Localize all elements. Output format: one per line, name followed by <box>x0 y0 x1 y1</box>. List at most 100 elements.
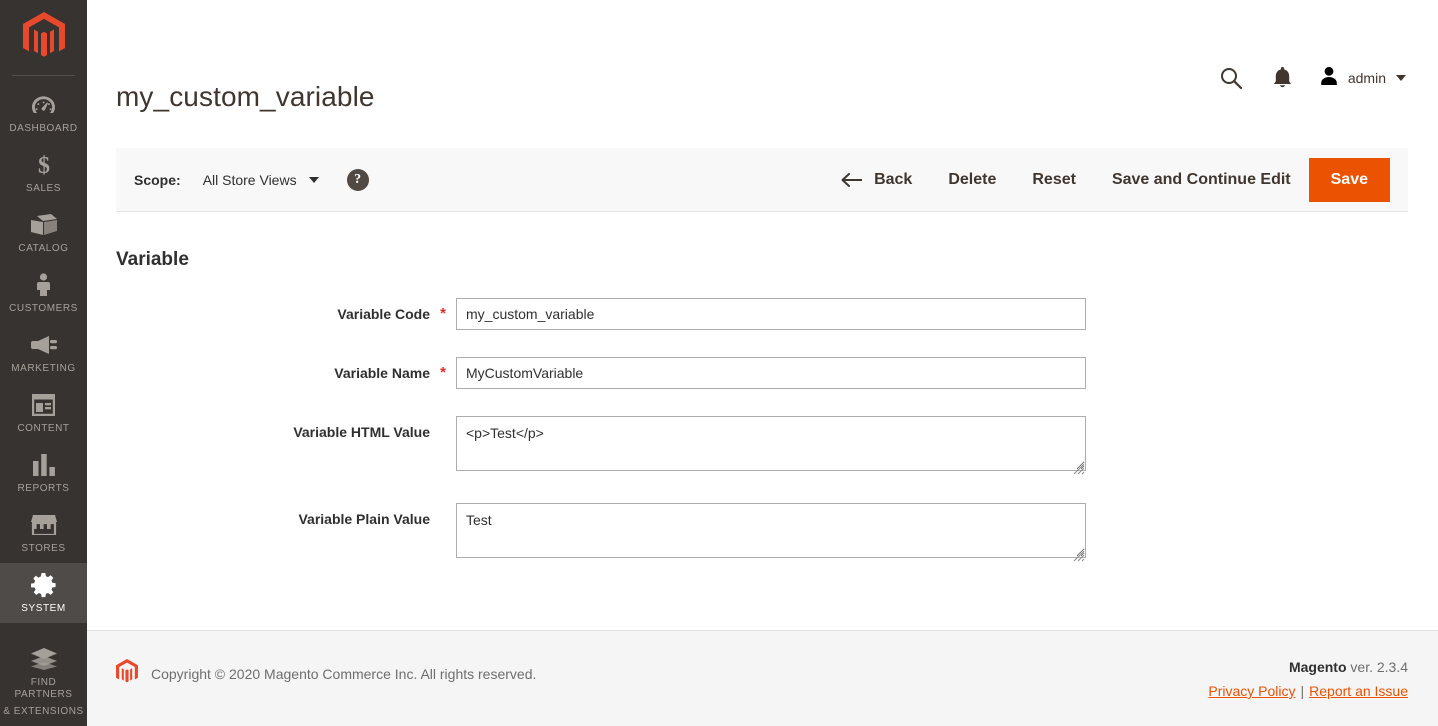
copyright-text: Copyright © 2020 Magento Commerce Inc. A… <box>151 665 537 682</box>
help-icon[interactable]: ? <box>346 168 369 191</box>
sidebar-divider <box>12 75 75 76</box>
link-separator: | <box>1300 683 1305 699</box>
field-control: Test <box>456 503 1086 563</box>
report-an-issue-link[interactable]: Report an Issue <box>1309 683 1408 699</box>
sidebar-logo[interactable] <box>0 0 87 75</box>
chevron-down-icon <box>1396 75 1406 81</box>
sidebar-item-system[interactable]: SYSTEM <box>0 563 87 623</box>
search-icon[interactable] <box>1205 58 1257 98</box>
content-icon <box>32 392 55 418</box>
field-row-variable-html-value: Variable HTML Value * <p>Test</p> <box>116 416 1408 476</box>
reset-button[interactable]: Reset <box>1014 148 1094 212</box>
user-avatar-icon <box>1319 66 1339 91</box>
extensions-icon <box>30 646 57 672</box>
chevron-down-icon <box>308 176 319 183</box>
version-text: ver. 2.3.4 <box>1346 659 1408 675</box>
gear-icon <box>31 572 56 598</box>
footer-meta: Magento ver. 2.3.4 Privacy Policy | Report… <box>1208 659 1408 699</box>
sidebar-item-label: STORES <box>21 543 66 554</box>
magento-logo-small-icon <box>116 659 138 688</box>
field-row-variable-name: Variable Name * <box>116 357 1408 389</box>
sidebar-item-catalog[interactable]: CATALOG <box>0 203 87 263</box>
field-control <box>456 298 1086 330</box>
save-button-label: Save <box>1330 170 1368 188</box>
bell-icon[interactable] <box>1257 58 1309 98</box>
customers-icon <box>36 272 51 298</box>
required-marker-placeholder: * <box>430 503 456 527</box>
textarea-wrapper: <p>Test</p> <box>456 416 1086 476</box>
field-row-variable-plain-value: Variable Plain Value * Test <box>116 503 1408 563</box>
field-label: Variable Code <box>337 306 430 322</box>
sidebar-item-label: REPORTS <box>17 483 70 494</box>
svg-text:$: $ <box>38 153 50 177</box>
footer-links: Privacy Policy | Report an Issue <box>1208 683 1408 699</box>
dashboard-icon <box>32 92 55 118</box>
sidebar-item-sales[interactable]: $ SALES <box>0 143 87 203</box>
magento-logo-icon <box>22 12 65 63</box>
field-label: Variable HTML Value <box>293 424 430 440</box>
brand-name: Magento <box>1288 659 1347 675</box>
arrow-left-icon <box>841 172 863 187</box>
sales-icon: $ <box>36 152 52 178</box>
main-area: my_custom_variable admin Scope: All Stor… <box>87 0 1438 726</box>
marketing-icon <box>30 332 57 358</box>
sidebar-item-label: SYSTEM <box>21 603 66 614</box>
delete-button[interactable]: Delete <box>930 148 1014 212</box>
sidebar-item-customers[interactable]: CUSTOMERS <box>0 263 87 323</box>
required-marker: * <box>440 305 446 322</box>
admin-page: DASHBOARD $ SALES CATALOG CUSTOMERS MARK… <box>0 0 1438 726</box>
field-control: <p>Test</p> <box>456 416 1086 476</box>
field-row-variable-code: Variable Code * <box>116 298 1408 330</box>
privacy-policy-link[interactable]: Privacy Policy <box>1208 683 1295 699</box>
version-line: Magento ver. 2.3.4 <box>1208 659 1408 675</box>
required-marker-placeholder: * <box>430 416 456 440</box>
variable-html-value-textarea[interactable]: <p>Test</p> <box>456 416 1086 471</box>
sidebar-item-label: CATALOG <box>18 243 69 254</box>
page-footer: Copyright © 2020 Magento Commerce Inc. A… <box>87 630 1438 726</box>
catalog-icon <box>30 212 57 238</box>
stores-icon <box>30 512 57 538</box>
sidebar-item-label: CONTENT <box>17 423 70 434</box>
field-label: Variable Name <box>334 365 430 381</box>
user-menu[interactable]: admin <box>1317 62 1408 95</box>
scope-selected-value: All Store Views <box>202 171 297 188</box>
sidebar-item-label: CUSTOMERS <box>9 303 78 314</box>
sidebar-item-content[interactable]: CONTENT <box>0 383 87 443</box>
back-button[interactable]: Back <box>823 148 930 212</box>
sidebar-item-marketing[interactable]: MARKETING <box>0 323 87 383</box>
reset-button-label: Reset <box>1032 170 1076 188</box>
scope-label: Scope: <box>134 171 181 188</box>
sidebar: DASHBOARD $ SALES CATALOG CUSTOMERS MARK… <box>0 0 87 726</box>
user-name: admin <box>1347 70 1386 86</box>
sidebar-item-label: MARKETING <box>11 363 76 374</box>
save-and-continue-edit-label: Save and Continue Edit <box>1111 170 1291 188</box>
sidebar-item-label: DASHBOARD <box>9 123 78 134</box>
save-button[interactable]: Save <box>1308 157 1390 202</box>
textarea-wrapper: Test <box>456 503 1086 563</box>
page-title: my_custom_variable <box>116 80 375 112</box>
save-and-continue-edit-button[interactable]: Save and Continue Edit <box>1094 148 1309 212</box>
required-marker: * <box>440 364 446 381</box>
sidebar-item-find-partners[interactable]: FIND PARTNERS & EXTENSIONS <box>0 637 87 726</box>
scope-selector[interactable]: All Store Views <box>203 172 319 188</box>
reports-icon <box>32 452 55 478</box>
variable-plain-value-textarea[interactable]: Test <box>456 503 1086 558</box>
page-toolbar: Scope: All Store Views ? Back Delete Res… <box>116 148 1408 212</box>
sidebar-item-reports[interactable]: REPORTS <box>0 443 87 503</box>
sidebar-item-label-line1: FIND PARTNERS <box>14 677 73 700</box>
sidebar-item-label-line2: & EXTENSIONS <box>3 706 84 717</box>
section-title: Variable <box>116 249 189 270</box>
footer-copyright: Copyright © 2020 Magento Commerce Inc. A… <box>116 659 536 688</box>
variable-code-input[interactable] <box>456 298 1086 330</box>
sidebar-item-label: SALES <box>26 183 61 194</box>
field-label: Variable Plain Value <box>298 511 430 527</box>
sidebar-item-stores[interactable]: STORES <box>0 503 87 563</box>
header-actions: admin <box>1205 58 1408 98</box>
delete-button-label: Delete <box>948 170 997 188</box>
page-header: my_custom_variable admin <box>87 0 1438 148</box>
sidebar-item-dashboard[interactable]: DASHBOARD <box>0 83 87 143</box>
back-button-label: Back <box>874 170 913 188</box>
field-control <box>456 357 1086 389</box>
variable-name-input[interactable] <box>456 357 1086 389</box>
form-content: Variable Variable Code * Variable Name *… <box>116 212 1408 563</box>
